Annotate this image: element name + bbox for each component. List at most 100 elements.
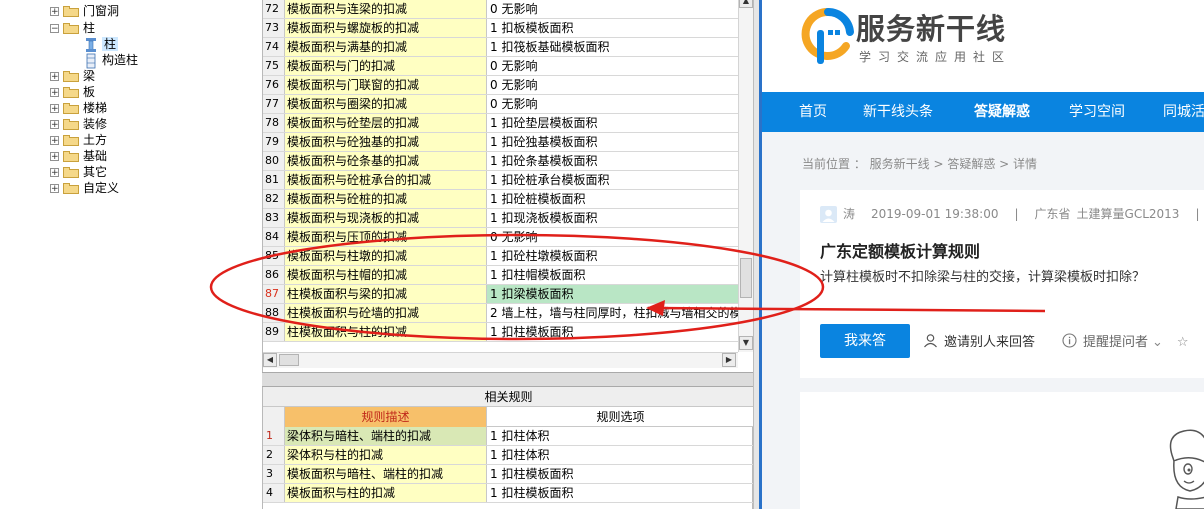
rule-description-cell[interactable]: 模板面积与柱墩的扣减 <box>285 247 487 265</box>
panel-splitter[interactable] <box>262 372 753 387</box>
table-row[interactable]: 72 模板面积与连梁的扣减 0 无影响 <box>263 0 738 19</box>
table-row[interactable]: 80 模板面积与砼条基的扣减 1 扣砼条基模板面积 <box>263 152 738 171</box>
table-row[interactable]: 86 模板面积与柱帽的扣减 1 扣柱帽模板面积 <box>263 266 738 285</box>
horizontal-scrollbar[interactable]: ◀ ▶ <box>263 352 738 368</box>
table-row[interactable]: 75 模板面积与门的扣减 0 无影响 <box>263 57 738 76</box>
rule-option-cell[interactable]: 1 扣筏板基础模板面积 <box>487 38 738 56</box>
invite-button[interactable]: 邀请别人来回答 <box>923 331 1035 350</box>
rule-description-cell[interactable]: 梁体积与暗柱、端柱的扣减 <box>285 427 487 445</box>
rule-description-cell[interactable]: 模板面积与圈梁的扣减 <box>285 95 487 113</box>
row-number[interactable]: 85 <box>263 247 285 265</box>
row-number[interactable]: 73 <box>263 19 285 37</box>
table-row[interactable]: 79 模板面积与砼独基的扣减 1 扣砼独基模板面积 <box>263 133 738 152</box>
rule-option-cell[interactable]: 1 扣砼独基模板面积 <box>487 133 738 151</box>
rule-description-cell[interactable]: 柱模板面积与梁的扣减 <box>285 285 487 303</box>
rule-option-cell[interactable]: 0 无影响 <box>487 0 738 18</box>
expand-icon[interactable]: + <box>50 104 59 114</box>
rule-option-cell[interactable]: 0 无影响 <box>487 228 738 246</box>
row-number[interactable]: 80 <box>263 152 285 170</box>
table-row[interactable]: 82 模板面积与砼桩的扣减 1 扣砼桩模板面积 <box>263 190 738 209</box>
rule-option-cell[interactable]: 0 无影响 <box>487 95 738 113</box>
vertical-scrollbar[interactable]: ▲ ▼ <box>738 0 754 352</box>
table-row[interactable]: 88 柱模板面积与砼墙的扣减 2 墙上柱，墙与柱同厚时，柱扣减与墙相交的模 <box>263 304 738 323</box>
rule-description-cell[interactable]: 模板面积与门联窗的扣减 <box>285 76 487 94</box>
rule-option-cell[interactable]: 1 扣砼柱墩模板面积 <box>487 247 738 265</box>
row-number[interactable]: 74 <box>263 38 285 56</box>
table-row[interactable]: 73 模板面积与螺旋板的扣减 1 扣板模板面积 <box>263 19 738 38</box>
header-rule-option[interactable]: 规则选项 <box>487 407 754 427</box>
row-number[interactable]: 89 <box>263 323 285 341</box>
star-icon[interactable]: ☆ <box>1177 335 1189 350</box>
nav-qa[interactable]: 答疑解惑 <box>974 92 1030 132</box>
table-row[interactable]: 1 梁体积与暗柱、端柱的扣减 1 扣柱体积 <box>263 427 754 446</box>
rule-description-cell[interactable]: 模板面积与压顶的扣减 <box>285 228 487 246</box>
nav-home[interactable]: 首页 <box>799 92 827 132</box>
table-row[interactable]: 2 梁体积与柱的扣减 1 扣柱体积 <box>263 446 754 465</box>
rule-option-cell[interactable]: 1 扣砼桩承台模板面积 <box>487 171 738 189</box>
table-row[interactable]: 84 模板面积与压顶的扣减 0 无影响 <box>263 228 738 247</box>
rule-option-cell[interactable]: 1 扣柱体积 <box>487 427 754 445</box>
row-number[interactable]: 87 <box>263 285 285 303</box>
scroll-right-icon[interactable]: ▶ <box>722 353 736 367</box>
horizontal-scroll-thumb[interactable] <box>279 354 299 366</box>
rule-option-cell[interactable]: 1 扣柱体积 <box>487 446 754 464</box>
rule-option-cell[interactable]: 1 扣板模板面积 <box>487 19 738 37</box>
rule-option-cell[interactable]: 1 扣砼桩模板面积 <box>487 190 738 208</box>
rule-description-cell[interactable]: 模板面积与门的扣减 <box>285 57 487 75</box>
row-number[interactable]: 86 <box>263 266 285 284</box>
header-rule-desc[interactable]: 规则描述 <box>285 407 487 427</box>
rule-description-cell[interactable]: 梁体积与柱的扣减 <box>285 446 487 464</box>
table-row[interactable]: 87 柱模板面积与梁的扣减 1 扣梁模板面积 <box>263 285 738 304</box>
rule-option-cell[interactable]: 1 扣砼条基模板面积 <box>487 152 738 170</box>
expand-icon[interactable]: + <box>50 88 59 98</box>
rule-description-cell[interactable]: 模板面积与砼桩的扣减 <box>285 190 487 208</box>
expand-icon[interactable]: + <box>50 72 59 82</box>
row-number[interactable]: 79 <box>263 133 285 151</box>
table-row[interactable]: 83 模板面积与现浇板的扣减 1 扣现浇板模板面积 <box>263 209 738 228</box>
rule-description-cell[interactable]: 模板面积与柱帽的扣减 <box>285 266 487 284</box>
breadcrumb[interactable]: 当前位置 ： 服务新干线 > 答疑解惑 > 详情 <box>802 155 1037 172</box>
row-number[interactable]: 88 <box>263 304 285 322</box>
row-number[interactable]: 4 <box>263 484 285 502</box>
rule-option-cell[interactable]: 1 扣柱帽模板面积 <box>487 266 738 284</box>
table-row[interactable]: 81 模板面积与砼桩承台的扣减 1 扣砼桩承台模板面积 <box>263 171 738 190</box>
row-number[interactable]: 81 <box>263 171 285 189</box>
rule-description-cell[interactable]: 模板面积与砼桩承台的扣减 <box>285 171 487 189</box>
remind-button[interactable]: 提醒提问者 ⌄ ☆ <box>1062 331 1189 350</box>
row-number[interactable]: 83 <box>263 209 285 227</box>
rule-option-cell[interactable]: 2 墙上柱，墙与柱同厚时，柱扣减与墙相交的模 <box>487 304 738 322</box>
scroll-left-icon[interactable]: ◀ <box>263 353 277 367</box>
rule-description-cell[interactable]: 模板面积与现浇板的扣减 <box>285 209 487 227</box>
rule-description-cell[interactable]: 模板面积与满基的扣减 <box>285 38 487 56</box>
rule-description-cell[interactable]: 模板面积与螺旋板的扣减 <box>285 19 487 37</box>
table-row[interactable]: 3 模板面积与暗柱、端柱的扣减 1 扣柱模板面积 <box>263 465 754 484</box>
expand-icon[interactable]: + <box>50 184 59 194</box>
row-number[interactable]: 2 <box>263 446 285 464</box>
rule-description-cell[interactable]: 模板面积与柱的扣减 <box>285 484 487 502</box>
rule-option-cell[interactable]: 1 扣柱模板面积 <box>487 484 754 502</box>
rule-description-cell[interactable]: 模板面积与砼条基的扣减 <box>285 152 487 170</box>
row-number[interactable]: 78 <box>263 114 285 132</box>
table-row[interactable]: 78 模板面积与砼垫层的扣减 1 扣砼垫层模板面积 <box>263 114 738 133</box>
table-row[interactable]: 85 模板面积与柱墩的扣减 1 扣砼柱墩模板面积 <box>263 247 738 266</box>
rule-option-cell[interactable]: 1 扣梁模板面积 <box>487 285 738 303</box>
row-number[interactable]: 3 <box>263 465 285 483</box>
nav-learning[interactable]: 学习空间 <box>1069 92 1125 132</box>
table-row[interactable]: 77 模板面积与圈梁的扣减 0 无影响 <box>263 95 738 114</box>
rule-option-cell[interactable]: 1 扣现浇板模板面积 <box>487 209 738 227</box>
collapse-icon[interactable]: − <box>50 24 59 34</box>
row-number[interactable]: 82 <box>263 190 285 208</box>
row-number[interactable]: 84 <box>263 228 285 246</box>
scroll-down-icon[interactable]: ▼ <box>739 336 753 350</box>
expand-icon[interactable]: + <box>50 7 59 17</box>
table-row[interactable]: 76 模板面积与门联窗的扣减 0 无影响 <box>263 76 738 95</box>
rule-option-cell[interactable]: 1 扣柱模板面积 <box>487 465 754 483</box>
expand-icon[interactable]: + <box>50 120 59 130</box>
question-author[interactable]: 涛 <box>843 207 855 221</box>
expand-icon[interactable]: + <box>50 152 59 162</box>
row-number[interactable]: 1 <box>263 427 285 445</box>
row-number[interactable]: 72 <box>263 0 285 18</box>
rule-description-cell[interactable]: 模板面积与砼垫层的扣减 <box>285 114 487 132</box>
answer-button[interactable]: 我来答 <box>820 324 910 358</box>
row-number[interactable]: 75 <box>263 57 285 75</box>
